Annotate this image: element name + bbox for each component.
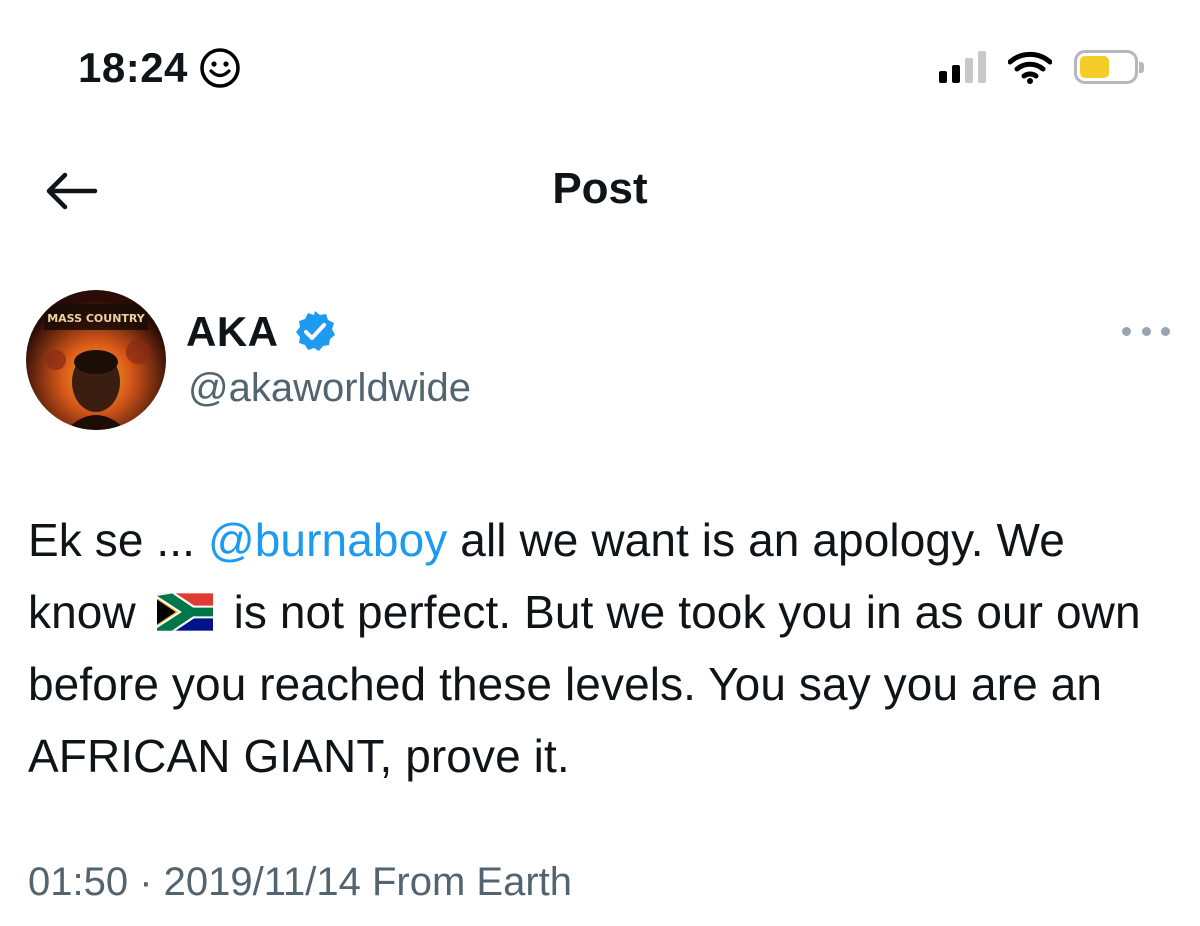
clock-time: 18:24 — [78, 44, 188, 91]
more-options-button[interactable] — [1122, 316, 1170, 346]
avatar[interactable]: MASS COUNTRY — [26, 290, 166, 430]
battery-level-fill — [1080, 56, 1109, 78]
status-bar-indicators — [939, 50, 1144, 84]
tweet-text: Ek se ... @burnaboy all we want is an ap… — [28, 504, 1178, 792]
avatar-logo-text: MASS COUNTRY — [47, 312, 146, 325]
page-title: Post — [552, 164, 648, 213]
verified-badge-icon — [295, 311, 335, 351]
mention-link[interactable]: @burnaboy — [208, 514, 447, 566]
status-bar-time: 18:24 — [78, 44, 242, 92]
tweet-timestamp[interactable]: 01:50 · 2019/11/14 From Earth — [28, 860, 572, 905]
battery-icon — [1074, 50, 1144, 84]
avatar-image: MASS COUNTRY — [26, 290, 166, 430]
author-name[interactable]: AKA — [186, 308, 279, 356]
author-name-row[interactable]: AKA — [186, 308, 339, 356]
cellular-signal-icon — [939, 51, 986, 83]
smiley-face-icon — [200, 48, 240, 88]
more-horizontal-icon — [1122, 326, 1131, 336]
south-africa-flag-icon — [156, 593, 213, 631]
author-handle[interactable]: @akaworldwide — [188, 366, 471, 411]
wifi-icon — [1008, 51, 1052, 84]
tweet-text-prefix: Ek se ... — [28, 514, 208, 566]
